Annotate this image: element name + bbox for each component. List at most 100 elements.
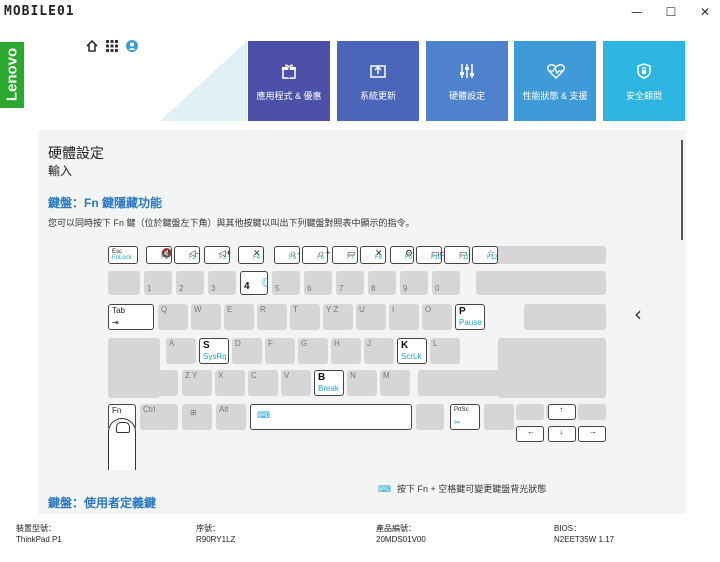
scrollbar[interactable] [681,140,683,240]
apps-grid-icon[interactable] [106,40,118,52]
key-f12: ☆ F12 [472,246,498,264]
key-f: F [265,338,295,364]
key-digit-8: 8 [368,271,396,295]
key-f3: ◁+ F3 [204,246,231,264]
section-fn-keys-title: 鍵盤：Fn 鍵隱藏功能 [48,196,162,210]
key-alt: Alt [216,404,246,430]
heartbeat-icon [547,64,565,79]
key-m: M [380,370,410,396]
gift-icon [282,64,296,79]
key-pgdn [578,404,606,420]
key-shift-left [108,370,178,396]
key-tab: Tab ⇥ [108,304,154,330]
key-f10: ▭▭ F10 [416,246,448,264]
key-zy: Z Y [182,370,212,396]
key-u: U [356,304,386,330]
key-backslash [524,304,606,330]
sliders-icon [460,64,474,78]
key-digit-3: 3 [208,271,236,295]
page-subtitle: 輸入 [48,164,73,178]
finger-pointer-icon [108,418,136,470]
tile-label: 硬體設定 [448,91,485,101]
key-home [516,404,544,420]
key-c: C [248,370,278,396]
shield-icon [637,63,651,79]
minimize-button[interactable]: — [622,2,652,22]
key-e: E [224,304,254,330]
key-space: ⌨ [250,404,412,430]
key-w: W [191,304,221,330]
key-alt-right [416,404,444,430]
key-digit-6: 6 [304,271,332,295]
tile-hardware-settings[interactable]: 硬體設定 [426,41,508,121]
update-icon [370,65,386,78]
key-l: L [430,338,460,364]
key-b: B Break [314,370,344,396]
key-i: I [389,304,419,330]
chevron-left-icon[interactable]: ‹ [634,302,642,326]
key-right: → [578,426,606,442]
key-digit-1: 1 [144,271,172,295]
key-f6: ☼+ F6 [302,246,331,264]
key-x: X [215,370,245,396]
key-d: D [232,338,262,364]
key-shift-right [418,370,606,396]
keyboard-backlight-icon: ⌨ [378,484,391,494]
key-windows: ⊞ [182,404,212,430]
key-o: O [422,304,452,330]
key-n: N [347,370,377,396]
home-icon[interactable] [86,40,98,52]
key-h: H [331,338,361,364]
key-s: S SysRq [199,338,229,364]
footer-model: 裝置型號： ThinkPad P1 [16,524,62,544]
key-ctrl: Ctrl [140,404,178,430]
watermark: MOBILE01 [4,4,75,19]
key-p: P Pause [455,304,485,330]
fn-description: 您可以同時按下 Fn 鍵（位於鍵盤左下角）與其他按鍵以叫出下列鍵盤對照表中顯示的… [48,218,415,228]
tile-label: 安全顧問 [625,91,662,101]
key-f7: ▭ F7 [332,246,358,264]
content-panel: 硬體設定 輸入 鍵盤：Fn 鍵隱藏功能 您可以同時按下 Fn 鍵（位於鍵盤左下角… [38,130,686,514]
key-left: ← [516,426,544,442]
key-backspace [476,271,606,295]
page-title: 硬體設定 [48,145,104,161]
tile-apps-offers[interactable]: 應用程式 & 優惠 [248,41,330,121]
key-digit-2: 2 [176,271,204,295]
key-digit-9: 9 [400,271,428,295]
key-k: K ScrLk [397,338,427,364]
key-v: V [281,370,311,396]
key-f2: ◁- F2 [174,246,200,264]
tile-label: 系統更新 [359,91,396,101]
footer-serial: 序號： R90RY1LZ [196,524,236,544]
key-a: A [166,338,196,364]
title-bar: MOBILE01 — ☐ ✕ [0,0,720,24]
key-digit-5: 5 [272,271,300,295]
key-digit-7: 7 [336,271,364,295]
key-g: G [298,338,328,364]
key-f5: ☼- F5 [274,246,300,264]
footer-product: 產品編號： 20MDS01V00 [376,524,426,544]
key-up: ↑ [548,404,576,420]
tile-label: 應用程式 & 優惠 [256,91,322,101]
key-down: ↓ [548,426,576,442]
close-button[interactable]: ✕ [690,2,720,22]
tile-security-advisor[interactable]: 安全顧問 [603,41,685,121]
tile-health-support[interactable]: 性能狀態 & 支援 [514,41,596,121]
key-q: Q [158,304,188,330]
key-f4: ✕ F4 [238,246,264,264]
key-prtsc: PrtSc ✂ [450,404,480,430]
key-ctrl-right [484,404,514,430]
tile-system-update[interactable]: 系統更新 [337,41,419,121]
user-icon[interactable] [126,40,138,52]
footer-bios: BIOS： N2EET35W 1.17 [554,524,615,544]
section-user-key-title: 鍵盤：使用者定義鍵 [48,496,157,510]
decorative-triangle [160,41,247,121]
key-r: R [257,304,287,330]
key-yz: Y Z [323,304,353,330]
key-esc: Esc FnLock [108,246,138,264]
tile-label: 性能狀態 & 支援 [522,91,588,101]
key-f11: ▭ F11 [444,246,470,264]
key-j: J [364,338,394,364]
lenovo-logo: Lenovo [0,42,24,108]
maximize-button[interactable]: ☐ [656,2,686,22]
